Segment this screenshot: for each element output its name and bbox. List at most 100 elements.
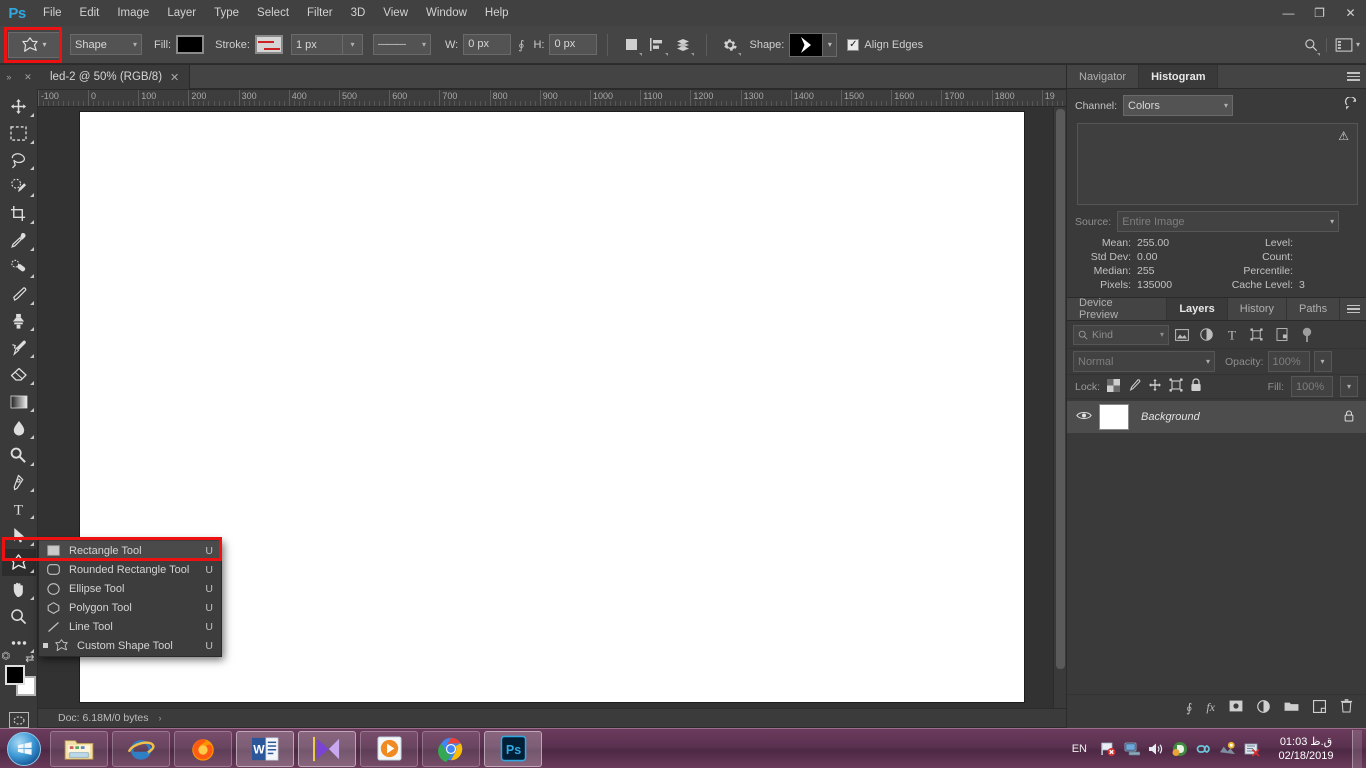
fill-input[interactable]: 100% (1291, 376, 1333, 397)
adjustment-filter-icon[interactable] (1194, 324, 1219, 346)
source-dropdown[interactable]: Entire Image ▾ (1117, 211, 1340, 232)
menu-file[interactable]: File (34, 0, 71, 26)
add-layer-mask-icon[interactable] (1229, 700, 1243, 715)
gear-icon[interactable] (717, 33, 743, 57)
height-input[interactable]: 0 px (549, 34, 598, 55)
histogram-panel-menu-icon[interactable] (1340, 65, 1366, 88)
menu-type[interactable]: Type (205, 0, 248, 26)
lock-transparent-pixels-icon[interactable] (1107, 378, 1121, 395)
zoom-tool[interactable] (2, 603, 36, 630)
start-button[interactable] (0, 730, 48, 768)
menu-item-ellipse-tool[interactable]: Ellipse Tool U (39, 579, 221, 598)
move-tool[interactable] (2, 93, 36, 120)
menu-view[interactable]: View (374, 0, 417, 26)
tool-preset-picker[interactable]: ▾ (8, 31, 60, 58)
default-colors-icon[interactable]: ⏣ (2, 651, 11, 662)
menu-item-custom-shape-tool[interactable]: Custom Shape Tool U (39, 636, 221, 655)
tab-navigator[interactable]: Navigator (1067, 65, 1140, 88)
type-tool[interactable]: T (2, 495, 36, 522)
path-alignment-icon[interactable] (644, 33, 670, 57)
stroke-width-dropdown[interactable]: ▾ (342, 34, 363, 55)
close-icon[interactable]: ✕ (24, 72, 32, 83)
link-layers-icon[interactable]: ∮ (1186, 701, 1192, 715)
blur-tool[interactable] (2, 415, 36, 442)
new-layer-icon[interactable] (1313, 699, 1326, 716)
link-icon[interactable]: ∮ (518, 38, 524, 52)
internet-download-manager-icon[interactable] (1171, 740, 1188, 757)
history-brush-tool[interactable] (2, 334, 36, 361)
foreground-color-swatch[interactable] (4, 665, 25, 686)
brush-tool[interactable] (2, 281, 36, 308)
collapse-panel-icon[interactable]: » (6, 72, 11, 82)
close-button[interactable]: ✕ (1335, 0, 1366, 26)
new-adjustment-layer-icon[interactable] (1257, 699, 1270, 716)
filter-toggle-icon[interactable] (1294, 324, 1319, 346)
shape-picker-dropdown[interactable]: ▾ (823, 32, 838, 57)
shape-filter-icon[interactable] (1244, 324, 1269, 346)
menu-layer[interactable]: Layer (158, 0, 205, 26)
fill-color-swatch[interactable] (176, 35, 205, 54)
swap-colors-icon[interactable]: ⇄ (25, 652, 34, 665)
align-edges-option[interactable]: ✓ Align Edges (847, 38, 923, 51)
stroke-style-dropdown[interactable]: ——— ▾ (372, 34, 431, 55)
crop-tool[interactable] (2, 200, 36, 227)
shape-preview[interactable] (789, 32, 824, 57)
taskbar-windows-explorer-icon[interactable] (50, 730, 108, 767)
layer-name[interactable]: Background (1141, 411, 1200, 423)
action-center-flag-icon[interactable] (1099, 740, 1116, 757)
gradient-tool[interactable] (2, 388, 36, 415)
shape-tool[interactable] (1, 549, 36, 576)
volume-icon[interactable] (1147, 740, 1164, 757)
tray-language-indicator[interactable]: EN (1072, 743, 1087, 755)
search-icon[interactable] (1300, 33, 1322, 57)
fill-dropdown[interactable]: ▾ (1340, 376, 1358, 397)
tab-device-preview[interactable]: Device Preview (1067, 297, 1168, 321)
taskbar-photoshop-icon[interactable]: Ps (484, 730, 542, 767)
document-tab-close-icon[interactable]: ✕ (170, 71, 179, 84)
refresh-icon[interactable] (1344, 96, 1358, 114)
delete-layer-icon[interactable] (1340, 699, 1353, 716)
lock-all-icon[interactable] (1190, 378, 1202, 395)
type-filter-icon[interactable]: T (1219, 324, 1244, 346)
minimize-button[interactable]: — (1273, 0, 1304, 26)
menu-window[interactable]: Window (417, 0, 476, 26)
new-group-icon[interactable] (1284, 700, 1299, 715)
taskbar-internet-explorer-icon[interactable] (112, 730, 170, 767)
horizontal-ruler[interactable]: -100 0 100 200 300 400 500 600 700 800 900 1000 1100… (38, 90, 1066, 107)
stroke-width-field[interactable]: 1 px (290, 34, 343, 55)
status-expand-icon[interactable]: › (158, 713, 161, 723)
taskbar-google-chrome-icon[interactable] (422, 730, 480, 767)
menu-select[interactable]: Select (248, 0, 298, 26)
quick-mask-icon[interactable] (8, 712, 29, 729)
menu-help[interactable]: Help (476, 0, 518, 26)
layer-filter-kind-dropdown[interactable]: Kind ▾ (1073, 324, 1169, 345)
stroke-color-swatch[interactable] (254, 35, 283, 54)
lock-artboard-icon[interactable] (1169, 378, 1183, 395)
menu-item-line-tool[interactable]: Line Tool U (39, 617, 221, 636)
canvas-vertical-scrollbar[interactable] (1053, 107, 1066, 708)
opacity-input[interactable]: 100% (1267, 351, 1310, 372)
menu-image[interactable]: Image (108, 0, 158, 26)
path-operations-icon[interactable] (618, 33, 644, 57)
shape-mode-dropdown[interactable]: Shape ▾ (70, 34, 142, 55)
restore-button[interactable]: ❐ (1304, 0, 1335, 26)
quick-selection-tool[interactable] (2, 173, 36, 200)
taskbar-microsoft-word-icon[interactable]: W (236, 730, 294, 767)
taskbar-firefox-icon[interactable] (174, 730, 232, 767)
tab-histogram[interactable]: Histogram (1139, 65, 1219, 88)
pixel-filter-icon[interactable] (1169, 324, 1194, 346)
eyedropper-tool[interactable] (2, 227, 36, 254)
rectangular-marquee-tool[interactable] (2, 120, 36, 147)
workspace-switcher[interactable]: ▾ (1325, 37, 1360, 52)
eraser-tool[interactable] (2, 361, 36, 388)
warning-icon[interactable]: ⚠ (1338, 129, 1349, 143)
lasso-tool[interactable] (2, 147, 36, 174)
lock-position-icon[interactable] (1148, 378, 1162, 395)
update-icon[interactable] (1219, 740, 1236, 757)
menu-item-rectangle-tool[interactable]: Rectangle Tool U (39, 541, 221, 560)
layers-panel-menu-icon[interactable] (1340, 298, 1366, 320)
spot-healing-brush-tool[interactable] (2, 254, 36, 281)
antivirus-icon[interactable] (1243, 740, 1260, 757)
clone-stamp-tool[interactable] (2, 308, 36, 335)
hand-tool[interactable] (2, 576, 36, 603)
